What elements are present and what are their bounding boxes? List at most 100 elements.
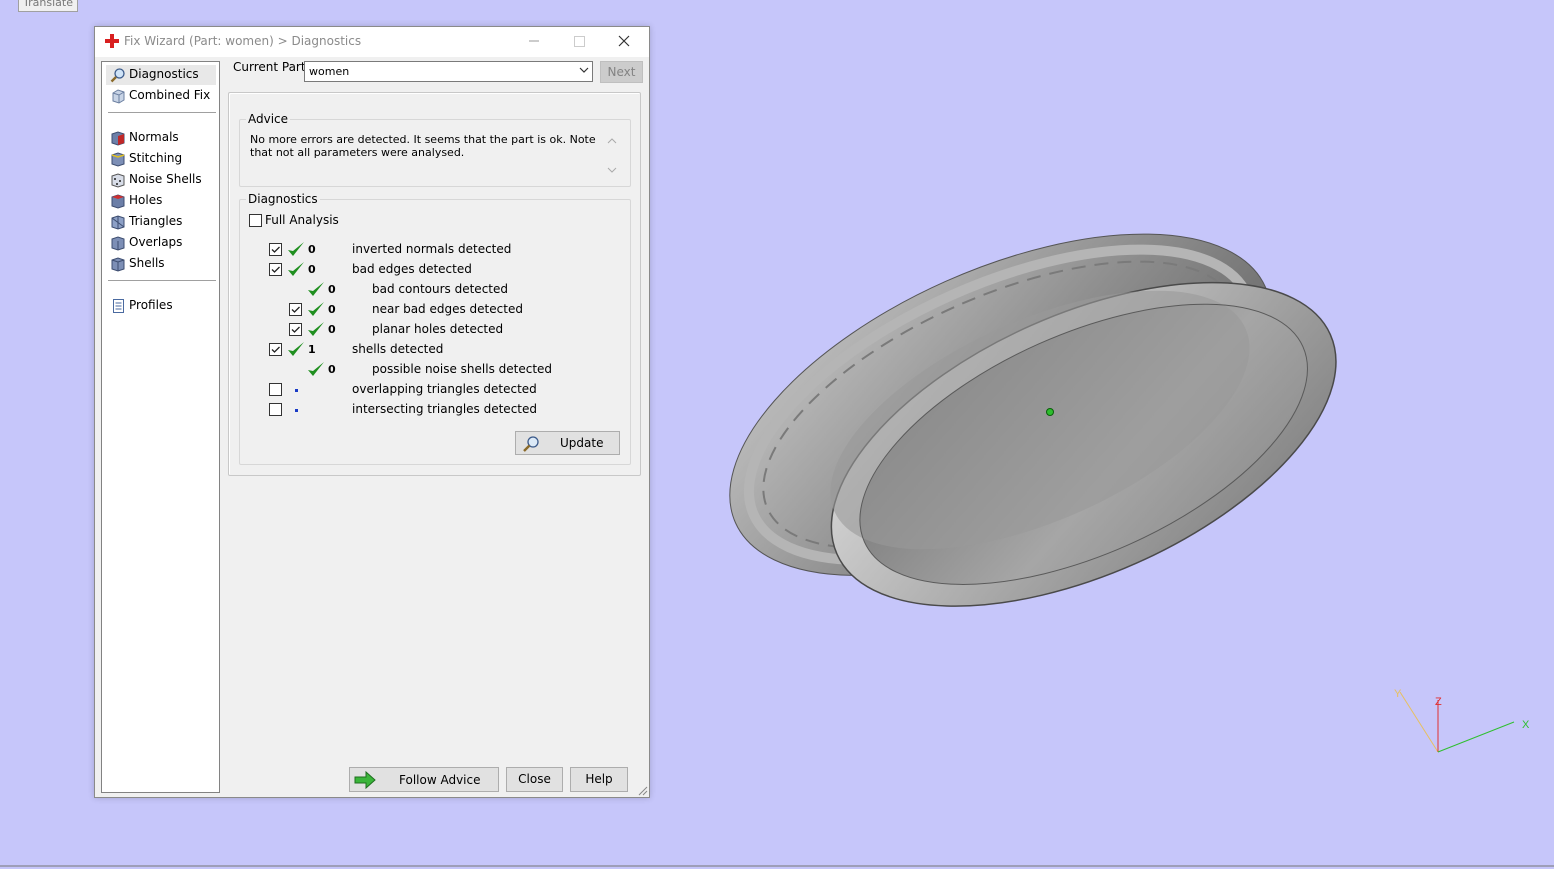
fix-wizard-window: Fix Wizard (Part: women) > Diagnostics D…: [94, 26, 650, 798]
ok-check-icon: [308, 362, 324, 376]
profiles-icon: [113, 299, 124, 313]
sidebar-item-normals[interactable]: Normals: [106, 128, 216, 148]
wizard-sidebar: Diagnostics Combined Fix Normals Stitchi…: [101, 61, 220, 793]
minimize-icon: [529, 40, 539, 42]
resize-grip-icon[interactable]: [637, 785, 648, 796]
not-analysed-dot: [295, 389, 298, 392]
sidebar-item-diagnostics[interactable]: Diagnostics: [106, 65, 216, 85]
pivot-point-icon: [1046, 408, 1054, 416]
checkmark-icon: [271, 266, 280, 273]
advice-text: No more errors are detected. It seems th…: [250, 133, 596, 159]
sidebar-item-label: Overlaps: [129, 235, 183, 249]
holes-icon: [111, 194, 125, 209]
sidebar-item-label: Diagnostics: [129, 67, 199, 81]
sidebar-item-label: Profiles: [129, 298, 173, 312]
update-label: Update: [560, 436, 604, 450]
ok-check-icon: [288, 242, 304, 256]
advice-legend: Advice: [246, 112, 291, 126]
checkmark-icon: [291, 306, 300, 313]
near-bad-edges-checkbox[interactable]: [289, 303, 302, 316]
sidebar-divider: [108, 280, 216, 281]
sidebar-item-combined-fix[interactable]: Combined Fix: [106, 86, 216, 106]
overlapping-triangles-checkbox[interactable]: [269, 383, 282, 396]
magnifier-icon: [523, 436, 539, 452]
sidebar-item-noise-shells[interactable]: Noise Shells: [106, 170, 216, 190]
diag-label: intersecting triangles detected: [352, 402, 537, 416]
sidebar-item-stitching[interactable]: Stitching: [106, 149, 216, 169]
sidebar-item-triangles[interactable]: Triangles: [106, 212, 216, 232]
combined-fix-icon: [112, 89, 125, 104]
follow-advice-button[interactable]: Follow Advice: [349, 767, 499, 792]
diag-count: 0: [328, 363, 336, 376]
diagnostics-legend: Diagnostics: [246, 192, 320, 206]
diag-label: near bad edges detected: [372, 302, 523, 316]
magnifier-icon: [110, 68, 125, 83]
diag-count: 0: [328, 283, 336, 296]
window-title: Fix Wizard (Part: women) > Diagnostics: [124, 34, 362, 48]
shells-checkbox[interactable]: [269, 343, 282, 356]
sidebar-item-label: Noise Shells: [129, 172, 202, 186]
diag-label: overlapping triangles detected: [352, 382, 537, 396]
update-button[interactable]: Update: [515, 431, 620, 455]
follow-advice-label: Follow Advice: [399, 773, 481, 787]
bottom-ruler: [0, 865, 1554, 867]
maximize-icon: [574, 36, 585, 47]
noise-shells-icon: [111, 173, 125, 188]
close-button[interactable]: Close: [506, 767, 563, 792]
ok-check-icon: [308, 302, 324, 316]
not-analysed-dot: [295, 409, 298, 412]
next-button[interactable]: Next: [600, 61, 643, 83]
full-analysis-label: Full Analysis: [265, 213, 339, 227]
sidebar-item-profiles[interactable]: Profiles: [106, 296, 216, 316]
minimize-button[interactable]: [511, 27, 556, 57]
overlaps-icon: [111, 236, 125, 251]
diag-label: inverted normals detected: [352, 242, 512, 256]
ring-3d-model[interactable]: [700, 100, 1400, 740]
current-part-label: Current Part:: [233, 60, 310, 74]
checkmark-icon: [271, 346, 280, 353]
sidebar-item-holes[interactable]: Holes: [106, 191, 216, 211]
axis-x-label: X: [1522, 719, 1530, 731]
diag-count: 0: [328, 303, 336, 316]
translate-tab[interactable]: Translate: [18, 0, 78, 12]
diag-label: bad edges detected: [352, 262, 472, 276]
sidebar-item-label: Stitching: [129, 151, 183, 165]
stitching-icon: [111, 152, 125, 167]
diag-count: 0: [308, 263, 316, 276]
current-part-select[interactable]: women: [304, 61, 593, 82]
axis-z-label: Z: [1435, 696, 1442, 708]
triangles-icon: [111, 215, 125, 230]
planar-holes-checkbox[interactable]: [289, 323, 302, 336]
title-bar: Fix Wizard (Part: women) > Diagnostics: [95, 27, 649, 57]
full-analysis-checkbox[interactable]: [249, 214, 262, 227]
ok-check-icon: [308, 322, 324, 336]
close-window-button[interactable]: [601, 27, 646, 57]
help-button[interactable]: Help: [570, 767, 628, 792]
sidebar-item-shells[interactable]: Shells: [106, 254, 216, 274]
red-cross-icon: [105, 34, 119, 48]
scroll-up-icon[interactable]: [607, 137, 617, 145]
diag-label: shells detected: [352, 342, 444, 356]
chevron-down-icon: [579, 67, 589, 73]
sidebar-item-overlaps[interactable]: Overlaps: [106, 233, 216, 253]
shells-icon: [111, 257, 125, 272]
scroll-down-icon[interactable]: [607, 166, 617, 174]
diag-count: 0: [308, 243, 316, 256]
bad-edges-checkbox[interactable]: [269, 263, 282, 276]
checkmark-icon: [291, 326, 300, 333]
intersecting-triangles-checkbox[interactable]: [269, 403, 282, 416]
diag-label: possible noise shells detected: [372, 362, 553, 376]
ok-check-icon: [308, 282, 324, 296]
sidebar-item-label: Normals: [129, 130, 179, 144]
inverted-normals-checkbox[interactable]: [269, 243, 282, 256]
maximize-button[interactable]: [556, 27, 601, 57]
sidebar-divider: [108, 112, 216, 113]
checkmark-icon: [271, 246, 280, 253]
ok-check-icon: [288, 262, 304, 276]
diag-label: bad contours detected: [372, 282, 508, 296]
diag-count: 1: [308, 343, 316, 356]
sidebar-item-label: Triangles: [129, 214, 183, 228]
axis-triad: Y Z X: [1394, 688, 1530, 753]
ok-check-icon: [288, 342, 304, 356]
normals-icon: [111, 131, 125, 146]
